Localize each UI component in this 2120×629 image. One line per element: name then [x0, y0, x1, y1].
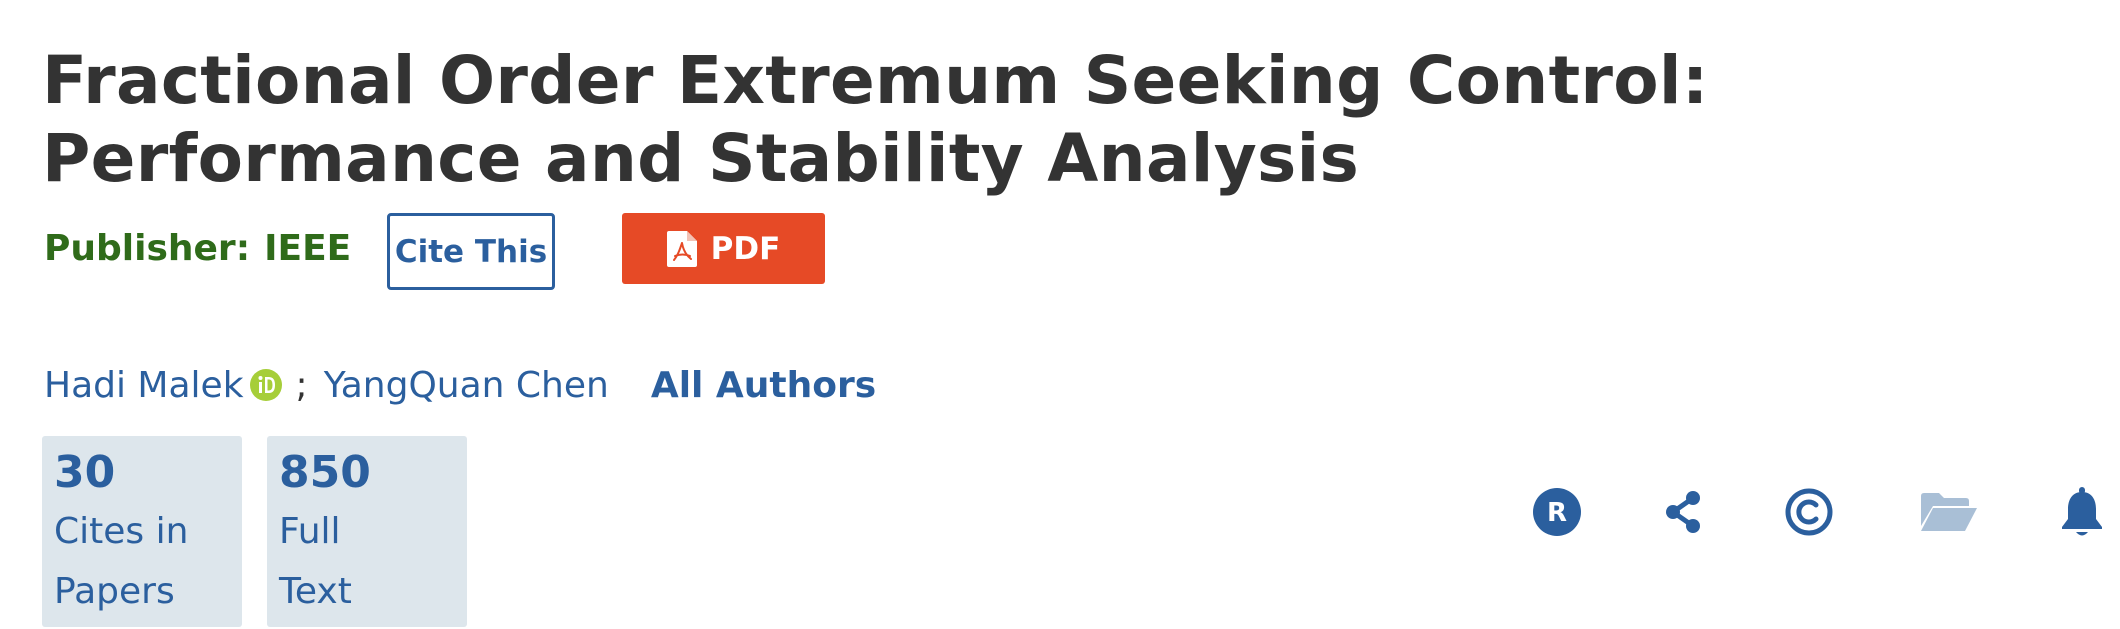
- rights-r-button[interactable]: R: [1531, 486, 1583, 538]
- orcid-icon[interactable]: [249, 369, 282, 401]
- share-button[interactable]: [1657, 486, 1709, 538]
- pdf-button[interactable]: PDF: [622, 213, 825, 284]
- rights-r-icon: R: [1533, 488, 1581, 536]
- folder-icon: [1921, 493, 1977, 531]
- copyright-icon: [1785, 488, 1833, 536]
- metric-label-line2: Papers: [54, 571, 175, 612]
- metric-label-line1: Cites in: [54, 511, 189, 552]
- metric-label-line2: Text: [279, 571, 352, 612]
- publisher-value: IEEE: [264, 228, 352, 269]
- cite-this-label: Cite This: [394, 233, 548, 270]
- metric-value: 30: [54, 447, 116, 498]
- cropped-breadcrumb: [44, 0, 1304, 4]
- author-link-hadi-malek[interactable]: Hadi Malek: [44, 365, 244, 406]
- all-authors-link[interactable]: All Authors: [651, 365, 876, 406]
- pdf-file-icon: [666, 230, 697, 267]
- folder-button[interactable]: [1919, 486, 1979, 538]
- author-list: Hadi Malek ; YangQuan Chen All Authors: [44, 360, 876, 410]
- metric-full-text[interactable]: 850 Full Text: [267, 436, 467, 627]
- copyright-button[interactable]: [1783, 486, 1835, 538]
- cite-this-button[interactable]: Cite This: [387, 213, 555, 290]
- share-icon: [1666, 491, 1700, 533]
- metric-cites-in-papers[interactable]: 30 Cites in Papers: [42, 436, 242, 627]
- author-link-yangquan-chen[interactable]: YangQuan Chen: [324, 365, 609, 406]
- alerts-button[interactable]: [2056, 486, 2108, 538]
- metric-value: 850: [279, 447, 371, 498]
- publisher-label: Publisher:: [44, 228, 251, 269]
- article-title: Fractional Order Extremum Seeking Contro…: [42, 42, 1709, 197]
- document-header: Fractional Order Extremum Seeking Contro…: [0, 0, 2120, 629]
- publisher-line: Publisher: IEEE: [44, 228, 351, 269]
- pdf-label: PDF: [710, 230, 781, 267]
- bell-icon: [2062, 487, 2102, 536]
- svg-text:R: R: [1547, 498, 1567, 528]
- author-separator: ;: [295, 364, 308, 406]
- metric-label-line1: Full: [279, 511, 341, 552]
